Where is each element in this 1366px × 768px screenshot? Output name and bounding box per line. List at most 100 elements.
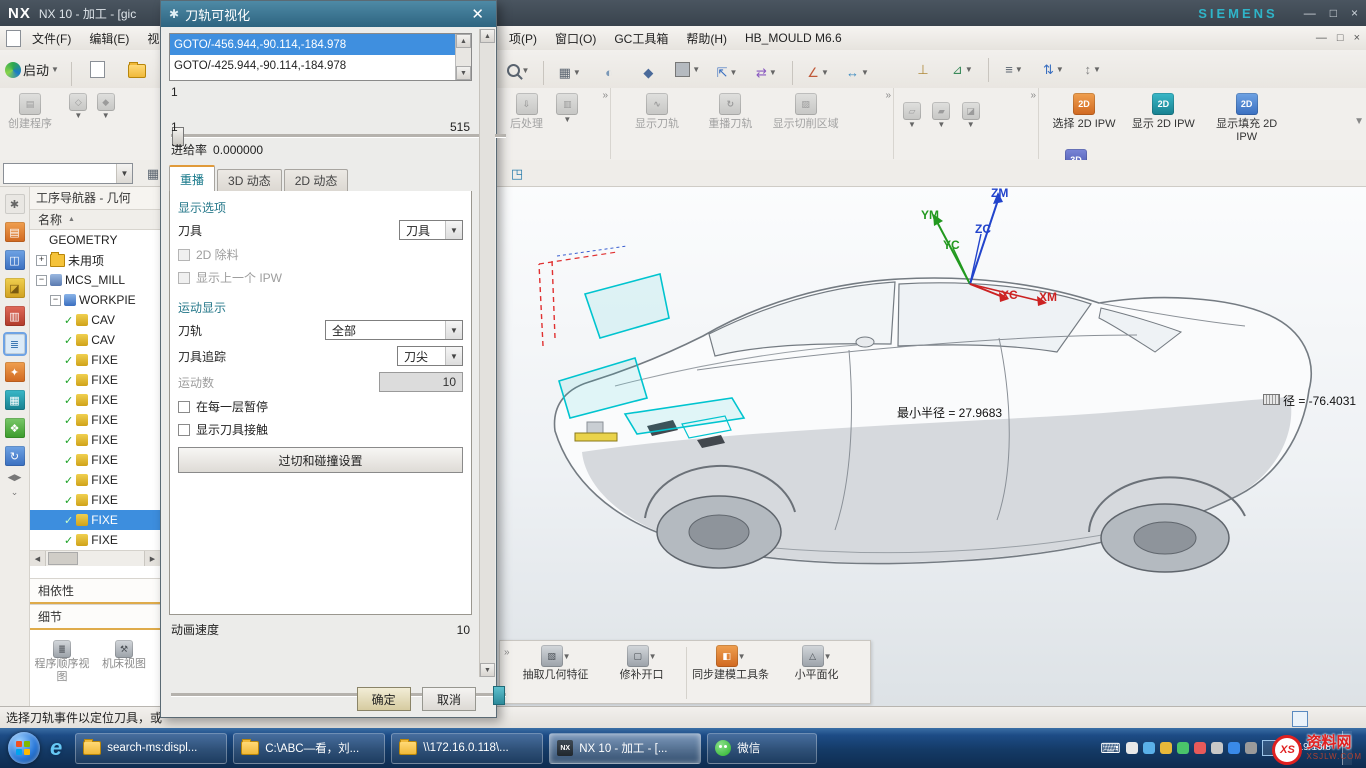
- internet-explorer-icon[interactable]: e: [50, 735, 62, 761]
- dialog-close-icon[interactable]: ✕: [467, 5, 488, 23]
- operation-navigator-icon[interactable]: ≣: [5, 334, 25, 354]
- group-overflow-icon[interactable]: »: [602, 90, 608, 101]
- toolpath-event-list[interactable]: GOTO/-456.944,-90.114,-184.978 GOTO/-425…: [169, 33, 472, 81]
- tree-row[interactable]: ✓FIXE: [30, 470, 160, 490]
- group-overflow-icon[interactable]: »: [1030, 90, 1036, 101]
- ruler-button[interactable]: ↕▼: [1076, 54, 1110, 84]
- scroll-down-icon[interactable]: ▼: [456, 66, 471, 80]
- menu-window[interactable]: 窗口(O): [546, 26, 605, 50]
- color-swatch-button[interactable]: ▼: [671, 54, 705, 84]
- scroll-up-icon[interactable]: ▲: [480, 29, 495, 43]
- extract-geometry-button[interactable]: ▧▼ 抽取几何特征: [513, 645, 599, 682]
- dialog-scrollbar[interactable]: ▲ ▼: [479, 29, 495, 677]
- menu-help[interactable]: 帮助(H): [677, 26, 736, 50]
- tree-row[interactable]: ✓FIXE: [30, 490, 160, 510]
- machining-wizard-icon[interactable]: ✦: [5, 362, 25, 382]
- ribbon-button[interactable]: ▰▼: [932, 102, 950, 129]
- tab-replay[interactable]: 重播: [169, 165, 215, 191]
- collapse-icon[interactable]: −: [36, 275, 47, 286]
- horizontal-scrollbar[interactable]: ◀ ▶: [30, 550, 160, 566]
- view-properties-button[interactable]: ◳: [500, 162, 534, 186]
- collapse-icon[interactable]: −: [50, 295, 61, 306]
- group-overflow-icon[interactable]: ▼: [1354, 116, 1364, 127]
- status-indicator-icon[interactable]: [1292, 711, 1308, 727]
- constraint-button[interactable]: ⊥: [906, 55, 940, 85]
- group-overflow-icon[interactable]: »: [885, 90, 891, 101]
- menu-edit[interactable]: 编辑(E): [80, 26, 138, 50]
- ribbon-button[interactable]: ◆▼: [97, 93, 115, 120]
- tree-row[interactable]: ✓FIXE: [30, 390, 160, 410]
- tab-2d-dynamic[interactable]: 2D 动态: [284, 169, 349, 191]
- rotate-view-button[interactable]: ⇄▼: [749, 58, 783, 88]
- taskbar-button-nx[interactable]: NX NX 10 - 加工 - [...: [549, 733, 701, 764]
- ok-button[interactable]: 确定: [357, 687, 411, 711]
- tree-row[interactable]: ✓CAV: [30, 310, 160, 330]
- web-browser-icon[interactable]: ▦: [5, 390, 25, 410]
- tray-icon[interactable]: [1211, 742, 1223, 754]
- roles-gear-icon[interactable]: ✱: [5, 194, 25, 214]
- taskbar-button-search[interactable]: search-ms:displ...: [75, 733, 227, 764]
- tree-row[interactable]: ✓FIXE: [30, 450, 160, 470]
- solid-view-button[interactable]: ◆: [631, 58, 665, 88]
- tool-trace-dropdown[interactable]: 刀尖▼: [397, 346, 463, 366]
- tree-row[interactable]: ✓FIXE: [30, 350, 160, 370]
- tray-icon[interactable]: [1228, 742, 1240, 754]
- list-item[interactable]: GOTO/-425.944,-90.114,-184.978: [170, 55, 456, 76]
- assembly-navigator-icon[interactable]: ▤: [5, 222, 25, 242]
- shaded-view-button[interactable]: ◐: [592, 57, 626, 87]
- ribbon-button[interactable]: ◪▼: [962, 102, 980, 129]
- show-filled-2d-ipw-button[interactable]: 2D 显示填充 2D IPW: [1205, 93, 1289, 144]
- hatch-button[interactable]: ≡▼: [997, 54, 1031, 84]
- restore-icon[interactable]: □: [1330, 6, 1337, 20]
- tree-row[interactable]: ✓FIXE: [30, 370, 160, 390]
- dependencies-panel[interactable]: 相依性: [30, 578, 160, 604]
- dialog-titlebar[interactable]: ✱ 刀轨可视化 ✕: [161, 1, 496, 27]
- tab-3d-dynamic[interactable]: 3D 动态: [217, 169, 282, 191]
- menu-hb-mould[interactable]: HB_MOULD M6.6: [736, 26, 851, 50]
- show-toolpath-button[interactable]: ∿ 显示刀轨: [622, 93, 692, 131]
- toolpath-dropdown[interactable]: 全部▼: [325, 320, 463, 340]
- checkbox-show-tool-contact[interactable]: 显示刀具接触: [178, 418, 463, 441]
- tray-icon[interactable]: [1143, 742, 1155, 754]
- expand-icon[interactable]: +: [36, 255, 47, 266]
- tree-row[interactable]: ✓FIXE: [30, 430, 160, 450]
- constraint-navigator-icon[interactable]: ◫: [5, 250, 25, 270]
- orient-view-button[interactable]: ⇱▼: [710, 58, 744, 88]
- scroll-thumb[interactable]: [48, 552, 78, 565]
- start-button[interactable]: [8, 732, 40, 764]
- scroll-left-icon[interactable]: ◀: [30, 551, 46, 566]
- part-navigator-icon[interactable]: ◪: [5, 278, 25, 298]
- tree-row[interactable]: −WORKPIE: [30, 290, 160, 310]
- minimize-icon[interactable]: —: [1304, 6, 1316, 20]
- tool-dropdown[interactable]: 刀具▼: [399, 220, 463, 240]
- machine-tool-view-button[interactable]: ⚒ 机床视图: [96, 640, 152, 684]
- tree-row[interactable]: ✓FIXE: [30, 410, 160, 430]
- history-palette-icon[interactable]: ❖: [5, 418, 25, 438]
- measure-angle-button[interactable]: ∠▼: [801, 58, 835, 88]
- cancel-button[interactable]: 取消: [422, 687, 476, 711]
- replay-toolpath-button[interactable]: ↻ 重播刀轨: [695, 93, 765, 131]
- synchronous-modeling-button[interactable]: ◧▼ 同步建模工具条: [688, 645, 774, 682]
- show-cut-area-button[interactable]: ▨ 显示切削区域: [769, 93, 843, 131]
- dimension-button[interactable]: ⇅▼: [1036, 55, 1070, 85]
- motion-count-field[interactable]: 10: [379, 372, 463, 392]
- tray-icon[interactable]: [1245, 742, 1257, 754]
- checkbox-2d-material[interactable]: 2D 除料: [178, 243, 463, 266]
- selection-filter-combobox[interactable]: ▼: [3, 163, 133, 184]
- tree-row[interactable]: +未用项: [30, 250, 160, 270]
- tray-icon[interactable]: [1160, 742, 1172, 754]
- open-file-button[interactable]: [120, 56, 154, 86]
- details-panel[interactable]: 细节: [30, 604, 160, 630]
- toolbar-overflow-icon[interactable]: »: [504, 647, 510, 658]
- strip-prev-icon[interactable]: ◀▶: [8, 472, 22, 483]
- mdi-minimize-icon[interactable]: —: [1316, 32, 1327, 44]
- patch-opening-button[interactable]: ▢▼ 修补开口: [599, 645, 685, 682]
- new-file-button[interactable]: [81, 54, 115, 84]
- checkbox-show-prev-ipw[interactable]: 显示上一个 IPW: [178, 266, 463, 289]
- mdi-restore-icon[interactable]: □: [1337, 32, 1344, 44]
- start-menu-button[interactable]: 启动▼: [1, 55, 63, 85]
- post-process-button[interactable]: ⇩ 后处理: [510, 93, 543, 131]
- show-2d-ipw-button[interactable]: 2D 显示 2D IPW: [1125, 93, 1201, 131]
- mdi-close-icon[interactable]: ×: [1354, 32, 1360, 44]
- scroll-down-icon[interactable]: ▼: [480, 663, 495, 677]
